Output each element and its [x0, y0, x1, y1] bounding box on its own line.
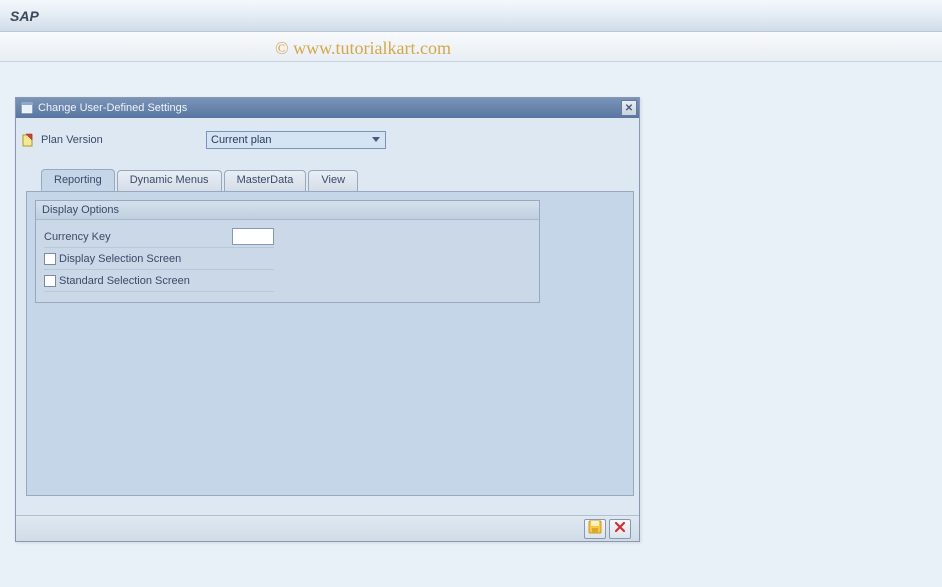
dialog-titlebar: Change User-Defined Settings ✕ — [16, 98, 639, 118]
tab-master-data[interactable]: MasterData — [224, 170, 307, 192]
standard-selection-screen-label: Standard Selection Screen — [59, 275, 190, 287]
currency-key-label: Currency Key — [44, 231, 232, 243]
display-selection-screen-checkbox[interactable] — [44, 253, 56, 265]
cancel-icon — [614, 521, 626, 536]
tab-dynamic-menus[interactable]: Dynamic Menus — [117, 170, 222, 192]
display-options-group: Display Options Currency Key Display Sel… — [35, 200, 540, 303]
standard-selection-screen-row: Standard Selection Screen — [44, 270, 274, 292]
tab-reporting[interactable]: Reporting — [41, 169, 115, 191]
dialog-footer — [16, 515, 639, 541]
cancel-button[interactable] — [609, 519, 631, 539]
plan-version-dropdown[interactable]: Current plan — [206, 131, 386, 149]
plan-version-label: Plan Version — [41, 134, 206, 146]
tab-strip: Reporting Dynamic Menus MasterData View — [41, 169, 634, 191]
currency-key-row: Currency Key — [44, 226, 274, 248]
dialog-title: Change User-Defined Settings — [38, 102, 621, 114]
display-options-title: Display Options — [36, 201, 539, 220]
display-selection-screen-label: Display Selection Screen — [59, 253, 181, 265]
standard-selection-screen-checkbox[interactable] — [44, 275, 56, 287]
plan-version-icon — [21, 132, 37, 148]
save-icon — [588, 520, 602, 537]
chevron-down-icon — [369, 133, 383, 147]
dialog-close-button[interactable]: ✕ — [621, 100, 637, 116]
app-toolbar — [0, 32, 942, 62]
plan-version-row: Plan Version Current plan — [21, 131, 639, 149]
dialog-icon — [20, 101, 34, 115]
close-icon: ✕ — [625, 103, 633, 114]
tab-panel-reporting: Display Options Currency Key Display Sel… — [26, 191, 634, 496]
tab-container: Reporting Dynamic Menus MasterData View … — [26, 169, 634, 496]
save-button[interactable] — [584, 519, 606, 539]
display-options-body: Currency Key Display Selection Screen St… — [36, 220, 539, 302]
currency-key-input[interactable] — [232, 228, 274, 245]
dialog-body: Plan Version Current plan Reporting Dyna… — [16, 118, 639, 496]
app-header: SAP — [0, 0, 942, 32]
app-title: SAP — [10, 8, 39, 24]
main-content-area: Change User-Defined Settings ✕ Plan Vers… — [0, 62, 942, 587]
settings-dialog: Change User-Defined Settings ✕ Plan Vers… — [15, 97, 640, 542]
display-selection-screen-row: Display Selection Screen — [44, 248, 274, 270]
tab-view[interactable]: View — [308, 170, 358, 192]
plan-version-value: Current plan — [211, 134, 369, 146]
